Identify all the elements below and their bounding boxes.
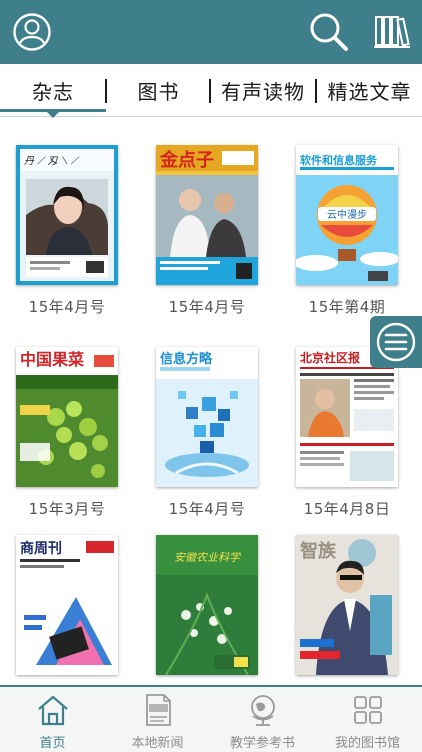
magazine-caption: 15年第4期 (308, 298, 386, 316)
cover-title-text: 智族 (300, 540, 337, 562)
magazine-cover[interactable]: 安徽农业科学 (156, 535, 258, 675)
magazine-caption: 15年4月号 (168, 298, 246, 316)
tab-audiobooks[interactable]: 有声读物 (211, 64, 315, 116)
magazine-cover[interactable]: 中国果菜 (16, 347, 118, 487)
magazine-cover[interactable]: 北京社区报 (296, 347, 398, 487)
nav-label: 首页 (39, 736, 66, 751)
floating-menu-button[interactable] (370, 316, 422, 368)
cover-subtitle-text: 云中漫步 (327, 208, 367, 221)
globe-icon (244, 691, 282, 729)
magazine-cover[interactable]: 金点子 (156, 145, 258, 285)
nav-label: 教学参考书 (229, 736, 295, 751)
cover-title-text: 金点子 (159, 149, 214, 171)
magazine-caption: 15年4月号 (168, 500, 246, 518)
magazine-caption: 15年3月号 (28, 500, 106, 518)
cover-title-text: 北京社区报 (300, 350, 360, 365)
magazine-cover[interactable]: 信息方略 (156, 347, 258, 487)
nav-home[interactable]: 首页 (0, 687, 105, 751)
magazine-cover[interactable]: 商周刊 (16, 535, 118, 675)
magazine-grid: 丹 ⟋ 刄 ⟍ ⟋ 15年4月号 金点子 15年4月号 软件和信息服务 云中漫步… (0, 117, 422, 685)
magazine-caption: 15年4月号 (28, 298, 106, 316)
svg-text:丹 ⟋ 刄 ⟍ ⟋: 丹 ⟋ 刄 ⟍ ⟋ (24, 156, 80, 167)
magazine-cover[interactable]: 智族 (296, 535, 398, 675)
nav-label: 本地新闻 (131, 736, 184, 751)
tab-books[interactable]: 图书 (107, 64, 210, 116)
cover-title-text: 安徽农业科学 (174, 551, 242, 564)
top-bar (0, 0, 422, 64)
magazine-cover[interactable]: 丹 ⟋ 刄 ⟍ ⟋ (16, 145, 118, 285)
nav-label: 我的图书馆 (334, 736, 400, 751)
news-icon (139, 691, 177, 729)
menu-lines-icon (376, 322, 416, 362)
bookshelf-icon[interactable] (370, 10, 414, 54)
cover-title-text: 信息方略 (160, 351, 213, 367)
nav-my-library[interactable]: 我的图书馆 (315, 687, 420, 751)
home-icon (34, 691, 72, 729)
magazine-caption: 15年4月8日 (303, 500, 391, 518)
cover-title-text: 中国果菜 (20, 350, 84, 369)
nav-local-news[interactable]: 本地新闻 (105, 687, 210, 751)
search-icon[interactable] (306, 10, 352, 54)
grid-icon (349, 691, 387, 729)
bottom-nav: 首页 本地新闻 教学参考书 我的图书馆 (0, 685, 422, 752)
magazine-cover[interactable]: 软件和信息服务 云中漫步 (296, 145, 398, 285)
cover-title-text: 商周刊 (20, 540, 62, 557)
tab-featured-articles[interactable]: 精选文章 (317, 64, 422, 116)
nav-teaching-reference[interactable]: 教学参考书 (210, 687, 315, 751)
user-icon[interactable] (10, 10, 54, 54)
cover-title-text: 软件和信息服务 (300, 153, 378, 167)
